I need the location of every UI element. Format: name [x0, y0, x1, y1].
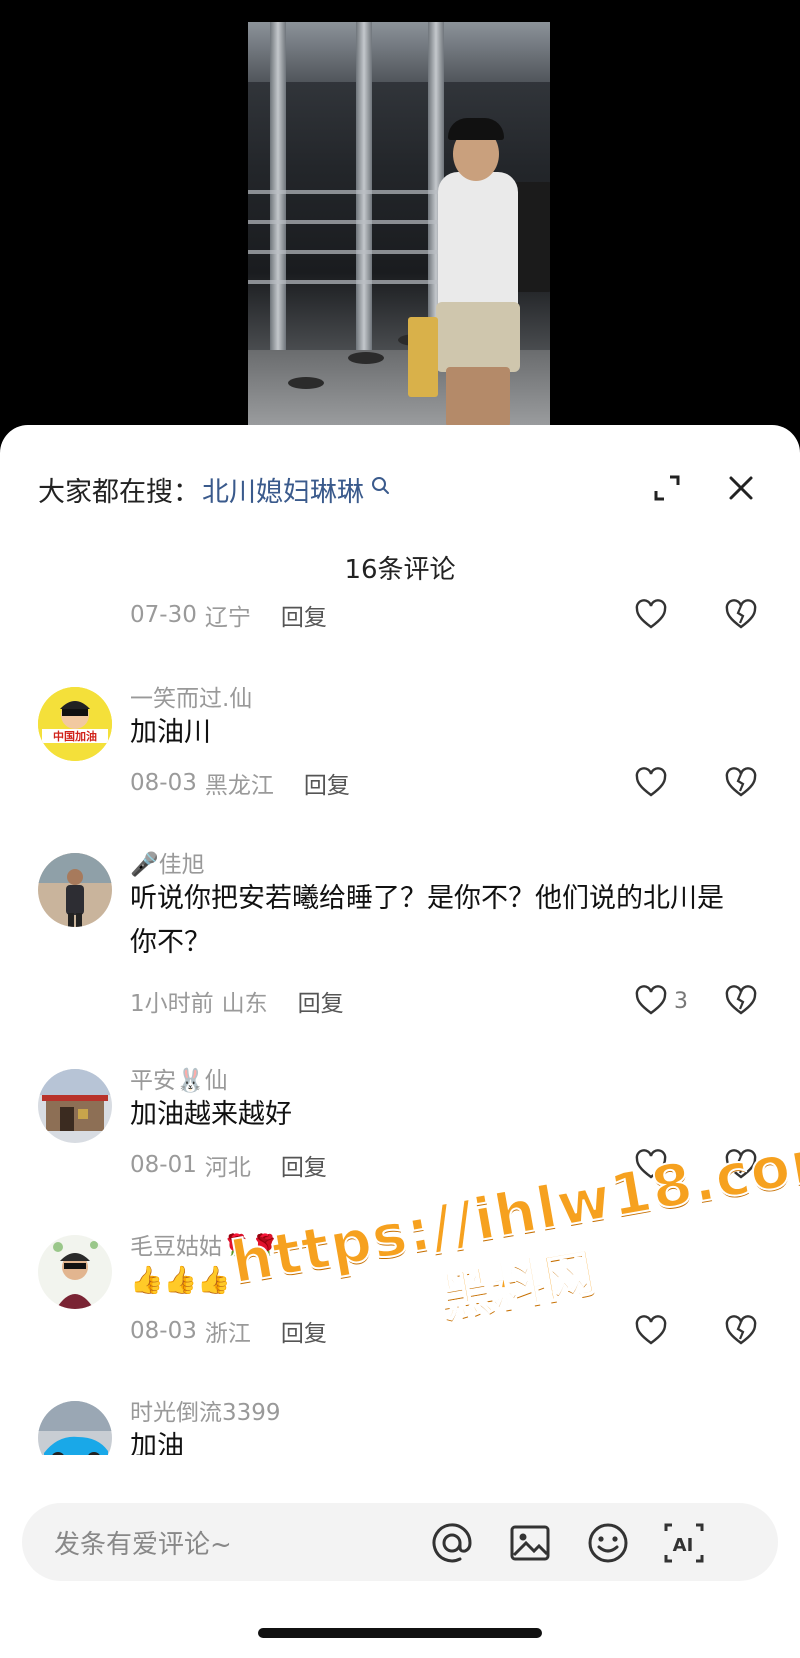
- comment-username[interactable]: 毛豆姑姑🌹🌹: [130, 1227, 279, 1261]
- avatar-image: [38, 853, 112, 927]
- emoji-icon[interactable]: [586, 1521, 630, 1565]
- comment-input-bar[interactable]: 发条有爱评论~ AI: [22, 1503, 778, 1581]
- video-frame[interactable]: [248, 22, 550, 440]
- comment-text: 听说你把安若曦给睡了？是你不？他们说的北川是你不？: [130, 883, 724, 958]
- comment-meta: 08-01 河北 回复: [130, 1147, 327, 1183]
- heart-icon[interactable]: [634, 984, 668, 1018]
- comment-date: 08-03: [130, 1318, 197, 1344]
- comment-count-title: 16条评论: [344, 555, 456, 585]
- search-suggestion-query[interactable]: 北川媳妇琳琳: [202, 470, 364, 509]
- video-person: [438, 172, 518, 312]
- avatar-image: [38, 1069, 112, 1143]
- video-person-shorts: [436, 302, 520, 372]
- comment-sheet: 大家都在搜： 北川媳妇琳琳 16条评论 07-30 辽宁 回复 中国加油 一笑而…: [0, 425, 800, 1658]
- reply-button[interactable]: 回复: [281, 1314, 327, 1348]
- broken-heart-icon[interactable]: [724, 1148, 758, 1182]
- video-person-legs: [446, 367, 510, 427]
- comment-meta: 1小时前 山东 回复: [130, 983, 344, 1019]
- expand-icon[interactable]: [652, 473, 682, 503]
- comment-input[interactable]: 发条有爱评论~: [54, 1524, 424, 1561]
- avatar-image: [38, 1235, 112, 1309]
- avatar-label: 中国加油: [53, 729, 97, 743]
- comment-location: 浙江: [204, 1321, 251, 1347]
- comment-location: 黑龙江: [204, 773, 274, 799]
- comment-text: 加油: [130, 1431, 184, 1455]
- reply-button[interactable]: 回复: [304, 766, 350, 800]
- like-count: 3: [674, 988, 688, 1014]
- avatar-image: [38, 1401, 112, 1455]
- comment-location: 河北: [204, 1155, 251, 1181]
- video-floor-light: [348, 352, 384, 364]
- comment-username[interactable]: 时光倒流3399: [130, 1393, 281, 1427]
- heart-icon[interactable]: [634, 598, 668, 632]
- comment-location: 辽宁: [204, 605, 251, 631]
- search-suggestion-label: 大家都在搜：: [38, 476, 200, 508]
- video-person-cap: [448, 118, 504, 140]
- like-button[interactable]: [634, 765, 668, 801]
- image-icon[interactable]: [508, 1521, 552, 1565]
- comment-list[interactable]: 07-30 辽宁 回复 中国加油 一笑而过.仙 加油川 08-03 黑龙江 回复…: [0, 585, 800, 1455]
- comment-date: 08-03: [130, 770, 197, 796]
- comment-date: 1小时前: [130, 991, 214, 1017]
- like-button[interactable]: [634, 1147, 668, 1183]
- like-button[interactable]: [634, 597, 668, 633]
- comment-username[interactable]: 一笑而过.仙: [130, 679, 252, 713]
- comment-location: 山东: [221, 991, 268, 1017]
- search-suggestion[interactable]: 大家都在搜： 北川媳妇琳琳: [38, 469, 392, 509]
- heart-icon[interactable]: [634, 1314, 668, 1348]
- reply-button[interactable]: 回复: [281, 1148, 327, 1182]
- list-fade: [0, 1478, 800, 1498]
- video-player[interactable]: [0, 0, 800, 440]
- at-icon[interactable]: [430, 1521, 474, 1565]
- comment-text: 加油川: [130, 717, 211, 748]
- reply-button[interactable]: 回复: [298, 984, 344, 1018]
- avatar[interactable]: [38, 1235, 112, 1309]
- reply-button[interactable]: 回复: [281, 598, 327, 632]
- comment-meta: 08-03 黑龙江 回复: [130, 765, 350, 801]
- ai-icon[interactable]: AI: [662, 1521, 706, 1565]
- comment-username[interactable]: 平安🐰仙: [130, 1061, 228, 1095]
- comment-text: 加油越来越好: [130, 1099, 292, 1130]
- broken-heart-icon[interactable]: [724, 1314, 758, 1348]
- broken-heart-icon[interactable]: [724, 766, 758, 800]
- video-gift-box: [408, 317, 438, 397]
- svg-text:AI: AI: [673, 1535, 694, 1556]
- home-indicator[interactable]: [258, 1628, 542, 1638]
- avatar-image: 中国加油: [38, 687, 112, 761]
- like-button[interactable]: 3: [634, 983, 688, 1019]
- comment-meta: 08-03 浙江 回复: [130, 1313, 327, 1349]
- broken-heart-icon[interactable]: [724, 984, 758, 1018]
- avatar[interactable]: [38, 1401, 112, 1455]
- comment-text: 👍👍👍: [130, 1265, 231, 1296]
- comment-meta: 07-30 辽宁 回复: [130, 597, 327, 633]
- close-icon[interactable]: [726, 473, 756, 503]
- broken-heart-icon[interactable]: [724, 598, 758, 632]
- comment-date: 07-30: [130, 602, 197, 628]
- video-floor-light: [288, 377, 324, 389]
- comment-date: 08-01: [130, 1152, 197, 1178]
- heart-icon[interactable]: [634, 1148, 668, 1182]
- avatar[interactable]: [38, 853, 112, 927]
- video-ceiling: [248, 22, 550, 82]
- avatar[interactable]: 中国加油: [38, 687, 112, 761]
- like-button[interactable]: [634, 1313, 668, 1349]
- heart-icon[interactable]: [634, 766, 668, 800]
- avatar[interactable]: [38, 1069, 112, 1143]
- comment-username[interactable]: 🎤佳旭: [130, 845, 205, 879]
- search-icon[interactable]: [370, 475, 392, 497]
